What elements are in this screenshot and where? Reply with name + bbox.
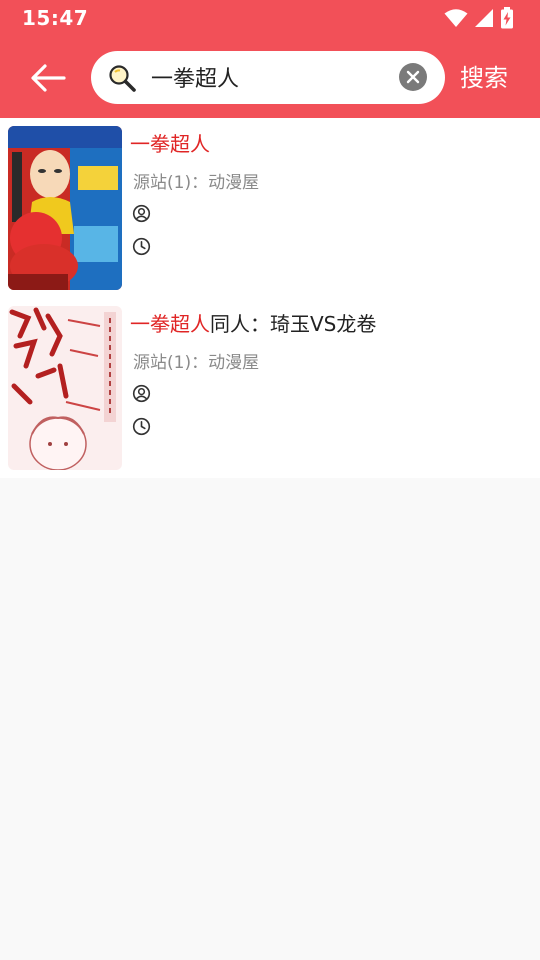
title-rest: 同人：琦玉VS龙卷 <box>210 312 377 336</box>
clear-search-button[interactable] <box>399 63 427 91</box>
search-button[interactable]: 搜索 <box>460 60 522 96</box>
result-title: 一拳超人同人：琦玉VS龙卷 <box>130 308 376 337</box>
status-time: 15:47 <box>22 6 89 30</box>
status-icons <box>444 6 514 30</box>
result-source: 源站(1)：动漫屋 <box>133 173 260 193</box>
search-box <box>91 51 445 104</box>
close-icon <box>406 70 420 84</box>
magnifier-icon <box>109 65 136 92</box>
result-source: 源站(1)：动漫屋 <box>133 353 260 373</box>
back-button[interactable] <box>26 58 70 98</box>
title-highlight: 一拳超人 <box>130 312 210 336</box>
person-icon <box>132 384 151 403</box>
search-input[interactable] <box>151 59 379 95</box>
signal-icon <box>475 9 493 27</box>
clock-icon <box>132 417 151 436</box>
result-item[interactable]: 一拳超人同人：琦玉VS龙卷 源站(1)：动漫屋 <box>0 298 540 476</box>
app-header: 15:47 一拳超人 搜索 <box>0 0 540 118</box>
title-highlight: 一拳超人 <box>130 132 210 156</box>
status-bar: 15:47 <box>0 0 540 36</box>
cover-image <box>8 306 122 470</box>
cover-image <box>8 126 122 290</box>
battery-charging-icon <box>501 7 513 29</box>
result-item[interactable]: 一拳超人 源站(1)：动漫屋 <box>0 118 540 296</box>
person-icon <box>132 204 151 223</box>
clock-icon <box>132 237 151 256</box>
search-results-list: 一拳超人 源站(1)：动漫屋 一拳超人同人：琦玉VS龙卷 源站(1)：动漫屋 <box>0 118 540 478</box>
arrow-left-icon <box>31 64 66 92</box>
result-title: 一拳超人 <box>130 128 210 157</box>
wifi-icon <box>444 9 468 27</box>
